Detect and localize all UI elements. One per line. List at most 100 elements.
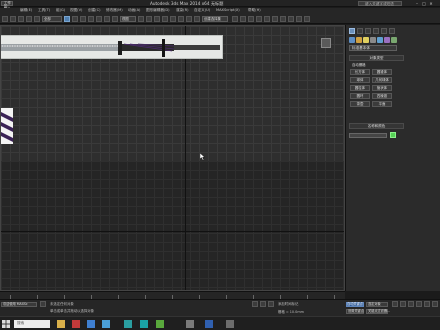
hierarchy-tab-icon[interactable] [365, 28, 371, 34]
word-icon[interactable] [205, 320, 213, 328]
play-icon[interactable] [400, 301, 406, 307]
store-icon[interactable] [87, 320, 95, 328]
selection-filter-dropdown[interactable]: 全部 [42, 16, 62, 22]
taskbar-search-input[interactable]: 搜索 [14, 320, 50, 328]
lights-icon[interactable] [363, 37, 369, 43]
render-setup-icon[interactable] [288, 16, 294, 22]
cameras-icon[interactable] [370, 37, 376, 43]
shapes-icon[interactable] [356, 37, 362, 43]
rectangular-selection-icon[interactable] [80, 16, 86, 22]
close-button[interactable]: ✕ [428, 1, 434, 6]
tube-button[interactable]: 管状体 [372, 85, 392, 91]
create-tab-icon[interactable] [349, 28, 355, 34]
maxscript-listener[interactable]: 欢迎使用 MAXSc [1, 302, 37, 307]
set-key-button[interactable]: 设置关键点 [346, 309, 364, 314]
transform-y-icon[interactable] [268, 301, 274, 307]
mirror-icon[interactable] [232, 16, 238, 22]
helpers-icon[interactable] [377, 37, 383, 43]
selection-lock-icon[interactable] [40, 301, 46, 307]
graphite-toggle-icon[interactable] [256, 16, 262, 22]
object-color-swatch[interactable] [390, 132, 396, 138]
cylinder-button[interactable]: 圆柱体 [350, 85, 370, 91]
display-tab-icon[interactable] [381, 28, 387, 34]
menu-animation[interactable]: 动画(A) [128, 8, 140, 13]
select-move-icon[interactable] [96, 16, 102, 22]
zoom-icon[interactable] [416, 301, 422, 307]
orbit-icon[interactable] [432, 301, 438, 307]
pivot-center-icon[interactable] [138, 16, 144, 22]
render-production-icon[interactable] [304, 16, 310, 22]
reference-object[interactable] [1, 108, 13, 144]
link-icon[interactable] [18, 16, 24, 22]
schematic-view-icon[interactable] [272, 16, 278, 22]
select-rotate-icon[interactable] [104, 16, 110, 22]
pyramid-button[interactable]: 四棱锥 [372, 93, 392, 99]
window-crossing-icon[interactable] [88, 16, 94, 22]
menu-tools[interactable]: 工具(T) [38, 8, 50, 13]
menu-views[interactable]: 视图(V) [70, 8, 82, 13]
select-object-icon[interactable] [64, 16, 70, 22]
transform-x-icon[interactable] [260, 301, 266, 307]
timeline-track[interactable] [0, 291, 345, 300]
go-to-end-icon[interactable] [408, 301, 414, 307]
settings-icon[interactable] [226, 320, 234, 328]
windows-start-icon[interactable] [2, 320, 10, 328]
named-selection-dropdown[interactable]: 创建选择集 [202, 16, 228, 22]
reference-coordinate-dropdown[interactable]: 视图 [120, 16, 136, 22]
menu-maxscript[interactable]: MAXScript(X) [216, 8, 240, 12]
box-button[interactable]: 长方体 [350, 69, 370, 75]
plane-button[interactable]: 平面 [372, 101, 392, 107]
3dsmax-taskbar-icon[interactable] [140, 320, 148, 328]
torus-button[interactable]: 圆环 [350, 93, 370, 99]
viewcube-icon[interactable] [321, 38, 331, 48]
spacewarps-icon[interactable] [384, 37, 390, 43]
angle-snap-icon[interactable] [170, 16, 176, 22]
object-name-input[interactable] [349, 133, 387, 138]
bind-spacewarp-icon[interactable] [34, 16, 40, 22]
menu-rendering[interactable]: 渲染(R) [176, 8, 189, 13]
menu-graph-editors[interactable]: 图形编辑器(D) [146, 8, 170, 13]
keyboard-shortcut-icon[interactable] [154, 16, 160, 22]
spinner-snap-icon[interactable] [186, 16, 192, 22]
menu-create[interactable]: 创建(C) [88, 8, 101, 13]
key-mode-dropdown[interactable]: 选定对象 [366, 302, 388, 307]
menu-modifiers[interactable]: 修改器(M) [106, 8, 123, 13]
select-scale-icon[interactable] [112, 16, 118, 22]
redo-icon[interactable] [10, 16, 16, 22]
object-category-dropdown[interactable]: 标准基本体 [349, 45, 397, 51]
sword-reference-image[interactable] [1, 35, 223, 59]
help-search-input[interactable]: 键入关键字或短语 [358, 1, 402, 6]
layer-manager-icon[interactable] [248, 16, 254, 22]
snaps-toggle-icon[interactable] [162, 16, 168, 22]
auto-key-button[interactable]: 自动关键点 [346, 302, 364, 307]
geometry-icon[interactable] [349, 37, 355, 43]
select-manipulate-icon[interactable] [146, 16, 152, 22]
menu-edit[interactable]: 编辑(E) [20, 8, 32, 13]
curve-editor-icon[interactable] [264, 16, 270, 22]
absolute-mode-icon[interactable] [252, 301, 258, 307]
maximize-button[interactable]: □ [421, 1, 427, 6]
percent-snap-icon[interactable] [178, 16, 184, 22]
undo-icon[interactable] [2, 16, 8, 22]
object-type-rollout-header[interactable]: 对象类型 [349, 55, 404, 61]
name-color-rollout-header[interactable]: 名称和颜色 [349, 123, 404, 129]
unlink-icon[interactable] [26, 16, 32, 22]
modify-tab-icon[interactable] [357, 28, 363, 34]
sphere-button[interactable]: 球体 [350, 77, 370, 83]
chat-icon[interactable] [156, 320, 164, 328]
media-icon[interactable] [124, 320, 132, 328]
select-by-name-icon[interactable] [72, 16, 78, 22]
utilities-tab-icon[interactable] [389, 28, 395, 34]
systems-icon[interactable] [391, 37, 397, 43]
minimize-button[interactable]: – [414, 1, 420, 6]
photo-icon[interactable] [186, 320, 194, 328]
menu-help[interactable]: 帮助(H) [248, 8, 261, 13]
app-menu-button[interactable]: 工作区: 默认 [1, 1, 13, 11]
rendered-frame-icon[interactable] [296, 16, 302, 22]
mail-icon[interactable] [102, 320, 110, 328]
menu-group[interactable]: 组(G) [56, 8, 65, 13]
align-icon[interactable] [240, 16, 246, 22]
key-filters-button[interactable]: 关键点过滤器... [366, 309, 390, 314]
file-explorer-icon[interactable] [57, 320, 65, 328]
perspective-viewport[interactable] [0, 25, 345, 291]
